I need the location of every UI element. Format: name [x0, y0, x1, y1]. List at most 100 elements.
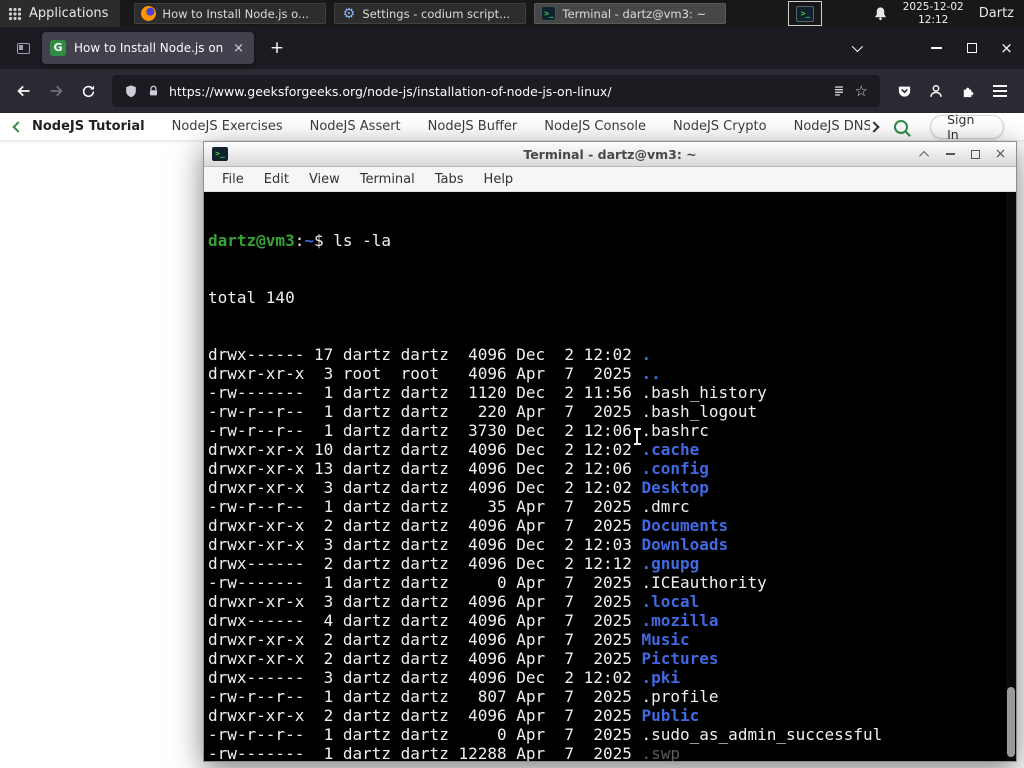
taskbar-window-title: How to Install Node.js o...: [162, 6, 309, 21]
notification-bell-icon[interactable]: [873, 6, 888, 21]
terminal-line: drwxr-xr-x 2 dartz dartz 4096 Apr 7 2025…: [208, 649, 719, 668]
hamburger-bars: [993, 85, 1007, 97]
terminal-window-controls: ×: [918, 147, 1008, 162]
taskbar-windows: How to Install Node.js o... ⚙ Settings - c…: [134, 3, 727, 24]
tray-terminal-icon[interactable]: >_: [788, 1, 823, 26]
menu-view[interactable]: View: [299, 172, 350, 187]
taskbar-window-settings[interactable]: ⚙ Settings - codium script...: [334, 3, 527, 24]
reload-button[interactable]: [72, 75, 104, 107]
terminal-output[interactable]: dartz@vm3:~$ ls -la total 140 drwx------…: [204, 192, 1016, 761]
toolbar-buttons: [888, 75, 1016, 107]
minimize-icon: [946, 153, 955, 155]
terminal-line: drwx------ 4 dartz dartz 4096 Apr 7 2025…: [208, 611, 719, 630]
chevron-up-icon: [919, 150, 930, 161]
terminal-line: -rw-r--r-- 1 dartz dartz 220 Apr 7 2025 …: [208, 402, 758, 421]
terminal-titlebar[interactable]: >_ Terminal - dartz@vm3: ~ ×: [204, 142, 1016, 167]
close-icon: ×: [1000, 38, 1013, 57]
taskbar-window-title: Terminal - dartz@vm3: ~: [562, 6, 707, 21]
nav-link-nodejs-crypto[interactable]: NodeJS Crypto: [673, 119, 767, 134]
firefox-view-icon: [16, 42, 30, 54]
terminal-maximize-button[interactable]: [968, 147, 983, 162]
close-icon: ×: [994, 146, 1007, 162]
terminal-line: drwxr-xr-x 2 dartz dartz 4096 Apr 7 2025…: [208, 706, 700, 725]
lock-icon[interactable]: [147, 84, 160, 98]
nav-scroll-left-icon[interactable]: [12, 120, 24, 133]
url-text: https://www.geeksforgeeks.org/node-js/in…: [169, 83, 612, 99]
desktop: Applications How to Install Node.js o...…: [0, 0, 1024, 768]
nav-link-nodejs-buffer[interactable]: NodeJS Buffer: [428, 119, 518, 134]
terminal-line: drwxr-xr-x 3 dartz dartz 4096 Apr 7 2025…: [208, 592, 700, 611]
applications-menu-button[interactable]: Applications: [0, 0, 121, 27]
bookmark-star-icon[interactable]: ☆: [855, 82, 868, 100]
maximize-icon: [971, 149, 980, 159]
menu-hamburger-icon[interactable]: [984, 75, 1016, 107]
terminal-line: -rw------- 1 dartz dartz 1120 Dec 2 11:5…: [208, 383, 767, 402]
nav-link-nodejs-console[interactable]: NodeJS Console: [544, 119, 646, 134]
minimize-icon: [931, 47, 942, 49]
extensions-puzzle-icon[interactable]: [952, 75, 984, 107]
close-button[interactable]: ×: [989, 33, 1024, 63]
maximize-icon: [966, 43, 977, 53]
total-line: total 140: [208, 288, 295, 307]
site-favicon: G: [50, 40, 66, 56]
nav-link-nodejs-dns[interactable]: NodeJS DNS: [794, 119, 871, 134]
tab-strip: G How to Install Node.js on × + ×: [0, 27, 1024, 69]
terminal-line: drwxr-xr-x 3 dartz dartz 4096 Dec 2 12:0…: [208, 535, 729, 554]
terminal-line: drwxr-xr-x 10 dartz dartz 4096 Dec 2 12:…: [208, 440, 700, 459]
terminal-line: drwx------ 3 dartz dartz 4096 Dec 2 12:0…: [208, 668, 681, 687]
terminal-line: drwxr-xr-x 3 dartz dartz 4096 Dec 2 12:0…: [208, 478, 709, 497]
terminal-line: -rw------- 1 dartz dartz 12288 Apr 7 202…: [208, 744, 681, 761]
menu-tabs[interactable]: Tabs: [425, 172, 474, 187]
menu-edit[interactable]: Edit: [254, 172, 299, 187]
site-nav-bar: NodeJS Tutorial NodeJS Exercises NodeJS As…: [0, 112, 1024, 142]
terminal-line: -rw-r--r-- 1 dartz dartz 807 Apr 7 2025 …: [208, 687, 719, 706]
terminal-icon: >_: [796, 5, 815, 22]
nav-link-nodejs-assert[interactable]: NodeJS Assert: [310, 119, 401, 134]
back-button[interactable]: [8, 75, 40, 107]
search-icon[interactable]: [894, 119, 909, 134]
url-bar[interactable]: https://www.geeksforgeeks.org/node-js/in…: [112, 75, 880, 107]
pocket-icon[interactable]: [888, 75, 920, 107]
menu-file[interactable]: File: [212, 172, 254, 187]
active-tab[interactable]: G How to Install Node.js on ×: [42, 32, 254, 64]
forward-button[interactable]: [40, 75, 72, 107]
terminal-line: drwx------ 2 dartz dartz 4096 Dec 2 12:1…: [208, 554, 700, 573]
account-icon[interactable]: [920, 75, 952, 107]
menu-terminal[interactable]: Terminal: [350, 172, 425, 187]
tab-close-icon[interactable]: ×: [231, 41, 246, 56]
clock-time: 12:12: [918, 13, 949, 26]
taskbar-window-terminal[interactable]: >_ Terminal - dartz@vm3: ~: [534, 3, 727, 24]
minimize-button[interactable]: [919, 33, 954, 63]
window-controls: ×: [838, 33, 1024, 63]
taskbar: Applications How to Install Node.js o...…: [0, 0, 1024, 27]
clock-date: 2025-12-02: [902, 0, 964, 13]
maximize-button[interactable]: [954, 33, 989, 63]
new-tab-button[interactable]: +: [264, 38, 290, 58]
clock[interactable]: 2025-12-02 12:12: [903, 1, 964, 26]
tracking-shield-icon[interactable]: [124, 84, 138, 99]
reader-view-icon[interactable]: [832, 84, 846, 98]
nav-link-nodejs-tutorial[interactable]: NodeJS Tutorial: [32, 119, 145, 134]
tab-title: How to Install Node.js on: [74, 41, 224, 55]
applications-grid-icon: [8, 7, 22, 20]
menu-help[interactable]: Help: [474, 172, 524, 187]
terminal-line: -rw-r--r-- 1 dartz dartz 35 Apr 7 2025 .…: [208, 497, 690, 516]
prompt-line: dartz@vm3:~$ ls -la: [208, 231, 392, 250]
applications-label: Applications: [29, 6, 109, 21]
list-all-tabs-button[interactable]: [838, 33, 873, 63]
scrollbar-thumb[interactable]: [1007, 687, 1015, 757]
terminal-icon: >_: [541, 6, 557, 21]
shade-button[interactable]: [918, 147, 933, 162]
sign-in-button[interactable]: Sign In: [930, 112, 1004, 142]
taskbar-window-title: Settings - codium script...: [362, 6, 511, 21]
terminal-close-button[interactable]: ×: [993, 147, 1008, 162]
terminal-scrollbar[interactable]: [1006, 192, 1016, 761]
terminal-line: -rw------- 1 dartz dartz 0 Apr 7 2025 .I…: [208, 573, 767, 592]
terminal-minimize-button[interactable]: [943, 147, 958, 162]
firefox-view-button[interactable]: [10, 35, 36, 61]
user-menu[interactable]: Dartz: [979, 6, 1014, 21]
taskbar-window-firefox[interactable]: How to Install Node.js o...: [134, 3, 327, 24]
nav-link-nodejs-exercises[interactable]: NodeJS Exercises: [172, 119, 283, 134]
terminal-title: Terminal - dartz@vm3: ~: [523, 146, 697, 162]
nav-scroll-right-icon[interactable]: [868, 120, 880, 133]
